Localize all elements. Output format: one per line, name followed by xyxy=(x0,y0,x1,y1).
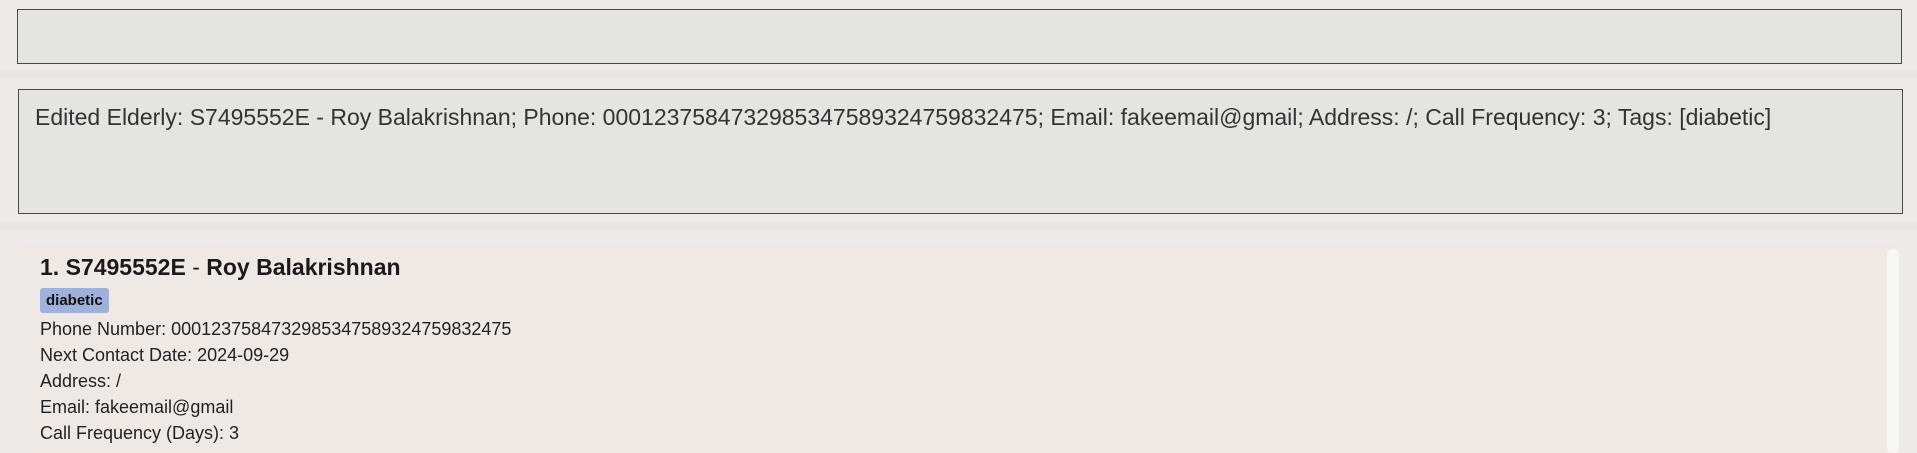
app-window: Edited Elderly: S7495552E - Roy Balakris… xyxy=(0,0,1917,453)
person-list-panel[interactable]: 1. S7495552E - Roy Balakrishnan diabetic… xyxy=(18,244,1898,453)
email-field: Email: fakeemail@gmail xyxy=(40,396,234,417)
person-nric: S7495552E xyxy=(65,254,186,280)
command-input[interactable] xyxy=(18,10,1901,63)
list-scrollbar[interactable] xyxy=(1887,249,1899,453)
address-field: Address: / xyxy=(40,370,122,391)
section-divider xyxy=(0,70,1917,78)
next-contact-field: Next Contact Date: 2024-09-29 xyxy=(40,344,290,365)
person-index: 1. xyxy=(40,254,60,280)
call-frequency-field: Call Frequency (Days): 3 xyxy=(40,422,240,443)
person-card-title: 1. S7495552E - Roy Balakrishnan xyxy=(40,254,511,282)
tag-list: diabetic xyxy=(40,287,511,316)
title-separator: - xyxy=(192,254,200,280)
tag-badge: diabetic xyxy=(40,287,109,314)
person-card[interactable]: 1. S7495552E - Roy Balakrishnan diabetic… xyxy=(40,254,511,446)
phone-field: Phone Number: 00012375847329853475893247… xyxy=(40,318,512,339)
section-divider xyxy=(0,222,1917,230)
person-name: Roy Balakrishnan xyxy=(206,254,401,280)
result-display: Edited Elderly: S7495552E - Roy Balakris… xyxy=(18,89,1903,214)
command-box[interactable] xyxy=(17,9,1902,64)
result-message: Edited Elderly: S7495552E - Roy Balakris… xyxy=(35,104,1772,130)
